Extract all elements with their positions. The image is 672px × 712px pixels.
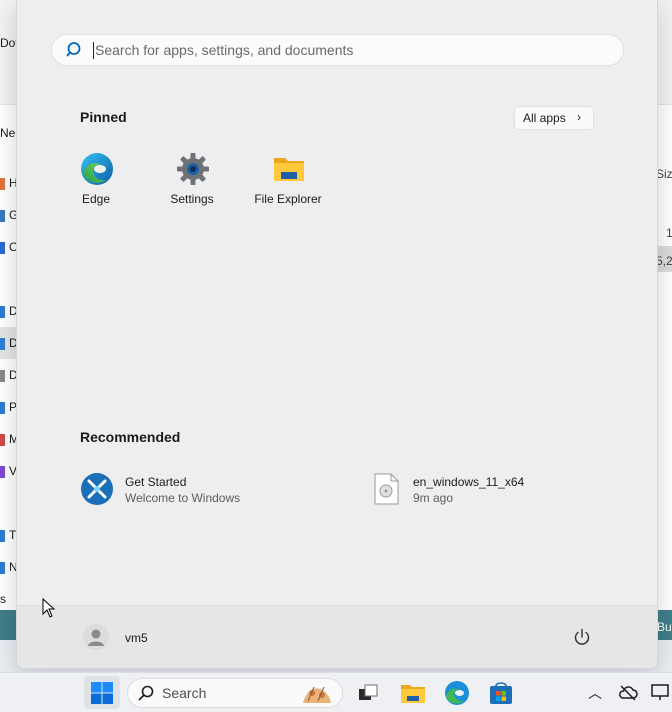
home-icon	[0, 178, 5, 190]
avatar-icon	[88, 629, 104, 646]
taskbar-search-label: Search	[162, 685, 207, 701]
search-highlight-icon	[303, 686, 331, 703]
mouse-cursor-icon	[42, 598, 56, 618]
pinned-app-label: Edge	[81, 192, 111, 206]
recommended-item-get-started[interactable]: Get Started Welcome to Windows	[80, 472, 280, 512]
get-started-icon	[81, 473, 113, 505]
videos-icon	[0, 466, 5, 478]
documents-icon	[0, 370, 5, 382]
this-pc-icon	[0, 530, 5, 542]
background-text: Size	[656, 167, 672, 181]
desktop-icon	[0, 306, 5, 318]
background-text: Dov	[0, 36, 16, 50]
task-view-icon[interactable]	[355, 680, 381, 706]
recommended-title: Recommended	[80, 429, 181, 445]
recommended-item-subtitle: 9m ago	[413, 491, 454, 505]
pinned-app-label: File Explorer	[254, 192, 322, 206]
pinned-title: Pinned	[80, 109, 127, 125]
cloud-sync-icon[interactable]	[618, 683, 638, 703]
edge-icon	[81, 153, 113, 185]
search-icon	[66, 42, 81, 57]
recommended-item-title: en_windows_11_x64	[413, 475, 525, 489]
pinned-app-edge[interactable]: Edge	[51, 152, 141, 214]
start-button[interactable]	[84, 676, 120, 709]
all-apps-label: All apps	[523, 111, 566, 125]
all-apps-button[interactable]: All apps ›	[514, 106, 594, 130]
pinned-app-file-explorer[interactable]: File Explorer	[243, 152, 333, 214]
background-text: Ne	[0, 126, 16, 140]
chevron-right-icon: ›	[577, 110, 581, 124]
user-account-button[interactable]	[83, 624, 109, 650]
start-search-input[interactable]: Search for apps, settings, and documents	[51, 34, 624, 66]
windows-start-icon	[91, 682, 113, 704]
pinned-app-settings[interactable]: Settings	[147, 152, 237, 214]
recommended-item-subtitle: Welcome to Windows	[125, 491, 241, 505]
tray-chevron-icon[interactable]: ︿	[588, 683, 602, 703]
pictures-icon	[0, 402, 5, 414]
pinned-app-label: Settings	[170, 192, 214, 206]
recommended-item-iso-file[interactable]: en_windows_11_x64 9m ago	[369, 472, 569, 512]
settings-gear-icon	[177, 153, 209, 185]
start-menu-footer: vm5	[17, 605, 657, 668]
onedrive-icon	[0, 242, 5, 254]
power-icon[interactable]	[573, 628, 591, 646]
background-text: 1	[666, 226, 672, 240]
taskbar: Search ︿	[0, 672, 672, 712]
text-caret	[93, 42, 94, 59]
background-text: 5,2	[656, 254, 672, 268]
store-icon[interactable]	[488, 680, 514, 706]
display-icon[interactable]	[650, 682, 670, 702]
disc-image-file-icon	[374, 473, 399, 505]
downloads-icon	[0, 338, 5, 350]
edge-icon[interactable]	[444, 680, 470, 706]
start-menu: Search for apps, settings, and documents…	[16, 0, 658, 669]
user-name[interactable]: vm5	[125, 631, 148, 645]
search-placeholder: Search for apps, settings, and documents	[95, 42, 354, 58]
gallery-icon	[0, 210, 5, 222]
background-text: Bu	[657, 620, 672, 634]
background-text: s	[0, 592, 6, 606]
music-icon	[0, 434, 5, 446]
taskbar-search-box[interactable]: Search	[127, 678, 343, 708]
recommended-item-title: Get Started	[125, 475, 187, 489]
search-icon	[138, 685, 154, 701]
file-explorer-icon[interactable]	[400, 680, 426, 706]
network-icon	[0, 562, 5, 574]
folder-icon	[274, 158, 304, 181]
